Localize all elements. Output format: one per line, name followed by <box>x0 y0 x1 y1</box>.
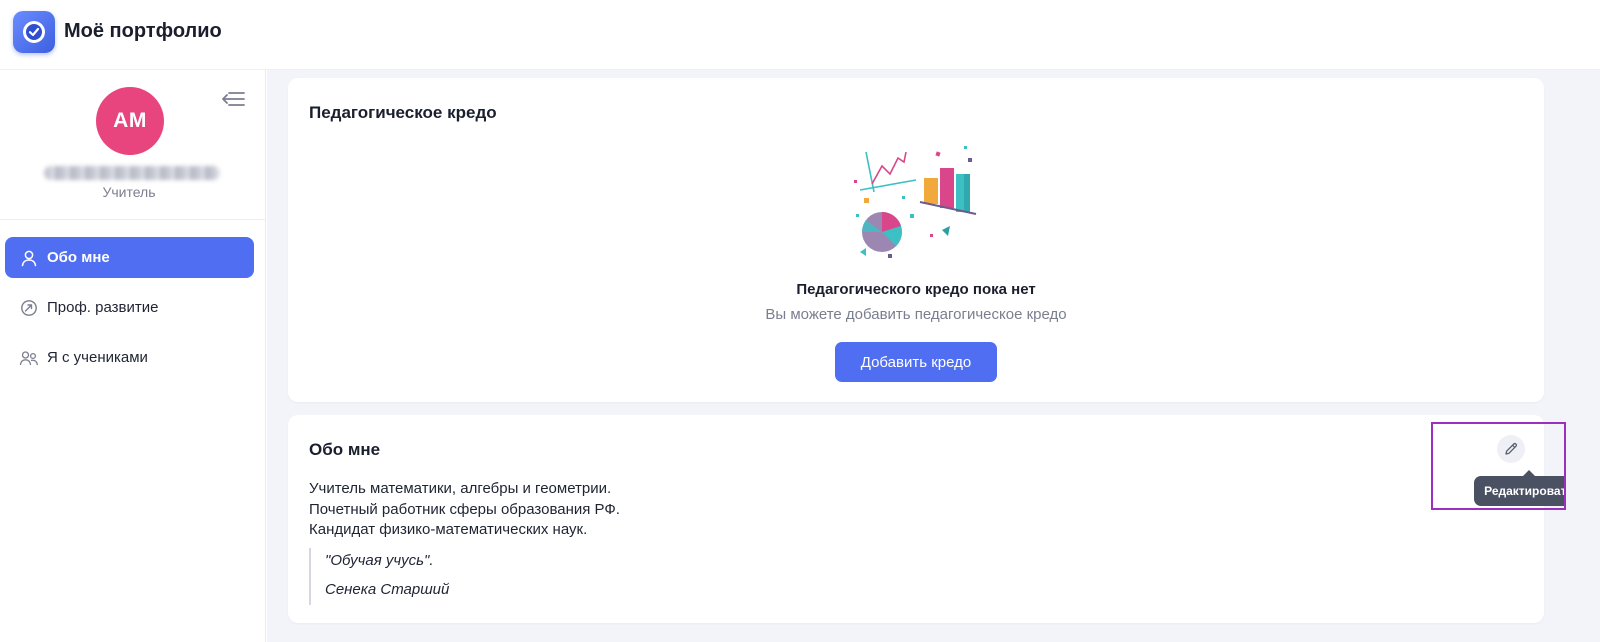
quote-text: "Обучая учусь". <box>325 552 434 569</box>
portfolio-logo-icon[interactable] <box>13 11 55 53</box>
about-line: Учитель математики, алгебры и геометрии. <box>309 480 612 497</box>
credo-empty-title: Педагогического кредо пока нет <box>796 281 1036 298</box>
empty-chart-illustration-icon <box>854 146 977 258</box>
sidebar-item-with-students[interactable]: Я с учениками <box>5 337 254 378</box>
scroll-area-edge <box>1566 70 1600 642</box>
credo-empty-subtitle: Вы можете добавить педагогическое кредо <box>765 306 1067 323</box>
sidebar-divider <box>0 219 265 220</box>
credo-title: Педагогическое кредо <box>309 103 497 122</box>
user-icon <box>19 248 39 268</box>
app-title: Моё портфолио <box>64 20 222 42</box>
add-credo-button[interactable]: Добавить кредо <box>835 342 997 382</box>
sidebar-item-label: Я с учениками <box>47 349 148 366</box>
users-icon <box>19 348 39 368</box>
sidebar: АМ Учитель Обо мне Проф. развитие Я с уч… <box>0 70 266 642</box>
quote-author: Сенека Старший <box>325 581 450 598</box>
collapse-sidebar-button[interactable] <box>218 88 248 110</box>
about-text: Учитель математики, алгебры и геометрии.… <box>309 479 620 541</box>
user-role: Учитель <box>102 184 156 200</box>
about-line: Кандидат физико-математических наук. <box>309 521 588 538</box>
sidebar-item-label: Обо мне <box>47 249 110 266</box>
about-line: Почетный работник сферы образования РФ. <box>309 500 620 518</box>
about-quote: "Обучая учусь". Сенека Старший <box>309 548 709 605</box>
edit-about-button[interactable] <box>1497 435 1525 463</box>
sidebar-item-about[interactable]: Обо мне <box>5 237 254 278</box>
about-card: Обо мне Учитель математики, алгебры и ге… <box>288 415 1584 623</box>
collapse-menu-icon <box>222 92 245 106</box>
pencil-icon <box>1505 442 1518 455</box>
app-header: Моё портфолио <box>0 0 1600 70</box>
credo-card: Педагогическое кредо Педагогического кре… <box>288 78 1544 402</box>
sidebar-item-prof-development[interactable]: Проф. развитие <box>5 287 254 328</box>
about-title: Обо мне <box>309 440 381 459</box>
main-content: Педагогическое кредо Педагогического кре… <box>267 70 1600 642</box>
sidebar-item-label: Проф. развитие <box>47 299 159 316</box>
growth-icon <box>19 298 39 318</box>
avatar[interactable]: АМ <box>96 87 164 155</box>
user-name-blurred <box>44 166 220 180</box>
